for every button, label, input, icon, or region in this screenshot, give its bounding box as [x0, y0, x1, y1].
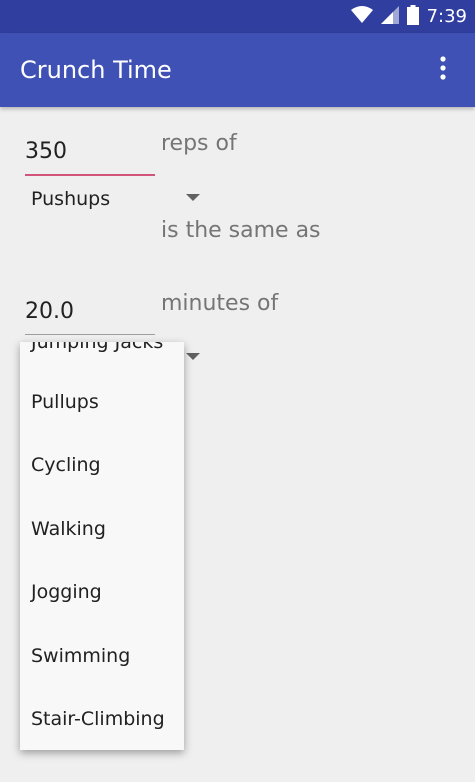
- more-vert-icon: [440, 56, 446, 84]
- dropdown-item[interactable]: Cycling: [20, 434, 184, 497]
- exercise-spinner-from[interactable]: Pushups: [20, 176, 210, 222]
- battery-icon: [406, 4, 419, 29]
- dropdown-item[interactable]: Pullups: [20, 371, 184, 434]
- same-as-label: is the same as: [161, 218, 321, 243]
- signal-icon: [380, 5, 399, 28]
- minutes-label: minutes of: [161, 291, 279, 316]
- reps-input[interactable]: [25, 128, 155, 176]
- status-time: 7:39: [426, 6, 467, 27]
- exercise-dropdown-list[interactable]: Jumping Jacks Pullups Cycling Walking Jo…: [20, 342, 184, 750]
- exercise-spinner-value: Pushups: [31, 188, 111, 210]
- dropdown-item[interactable]: Stair-Climbing: [20, 688, 184, 750]
- minutes-input[interactable]: [25, 288, 155, 335]
- status-bar: 7:39: [0, 0, 475, 33]
- wifi-icon: [350, 5, 373, 28]
- dropdown-item[interactable]: Jogging: [20, 561, 184, 624]
- dropdown-item[interactable]: Walking: [20, 498, 184, 561]
- dropdown-item-partial[interactable]: Jumping Jacks: [20, 342, 184, 374]
- status-icons: 7:39: [350, 0, 467, 33]
- app-title: Crunch Time: [20, 56, 172, 84]
- dropdown-arrow-icon: [186, 194, 200, 201]
- dropdown-arrow-icon[interactable]: [186, 353, 200, 360]
- reps-label: reps of: [161, 131, 237, 156]
- app-bar: Crunch Time: [0, 33, 475, 107]
- dropdown-item[interactable]: Swimming: [20, 625, 184, 688]
- overflow-menu-button[interactable]: [423, 50, 463, 90]
